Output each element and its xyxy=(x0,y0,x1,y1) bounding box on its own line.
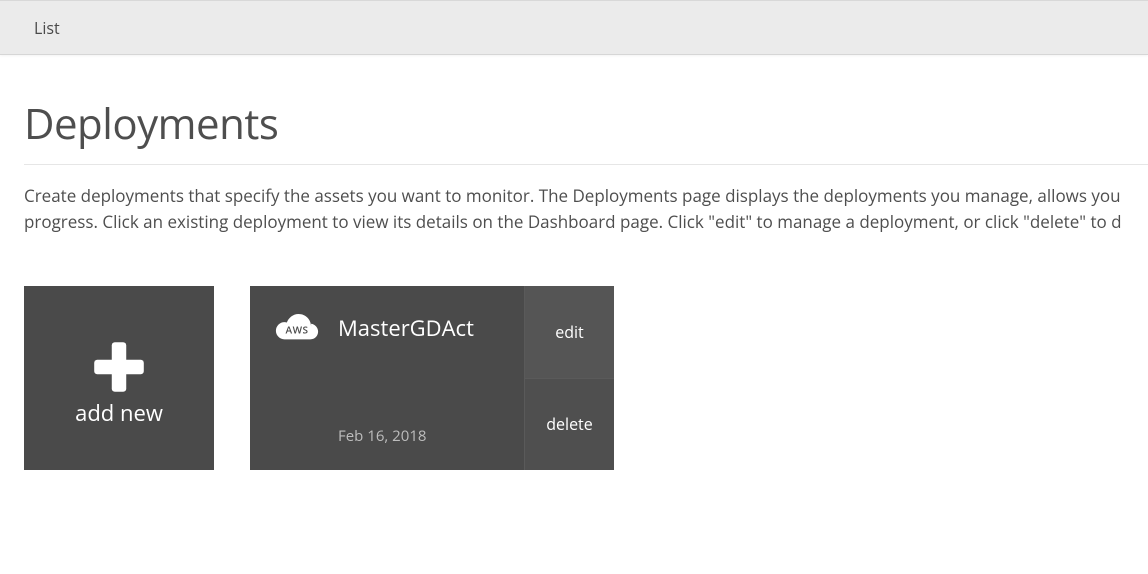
top-bar: List xyxy=(0,0,1148,55)
cloud-provider-label: AWS xyxy=(285,322,308,336)
page-title: Deployments xyxy=(24,95,1148,165)
add-new-card[interactable]: add new xyxy=(24,286,214,470)
deployment-header: AWS MasterGDAct xyxy=(272,310,504,346)
deployment-card: AWS MasterGDAct Feb 16, 2018 edit delete xyxy=(250,286,614,470)
cloud-aws-icon: AWS xyxy=(272,310,322,346)
edit-button[interactable]: edit xyxy=(524,286,614,378)
add-new-label: add new xyxy=(75,398,163,428)
deployment-date: Feb 16, 2018 xyxy=(272,426,504,454)
top-bar-item-list[interactable]: List xyxy=(0,1,78,55)
deployment-actions: edit delete xyxy=(524,286,614,470)
deployment-card-main[interactable]: AWS MasterGDAct Feb 16, 2018 xyxy=(250,286,524,470)
plus-icon xyxy=(88,336,150,398)
content-area: Deployments Create deployments that spec… xyxy=(0,55,1148,470)
delete-button[interactable]: delete xyxy=(524,378,614,471)
page-description: Create deployments that specify the asse… xyxy=(24,183,1148,234)
cards-row: add new AWS MasterGDAct Feb 16, 2018 edi… xyxy=(24,286,1148,470)
deployment-name: MasterGDAct xyxy=(338,313,474,343)
